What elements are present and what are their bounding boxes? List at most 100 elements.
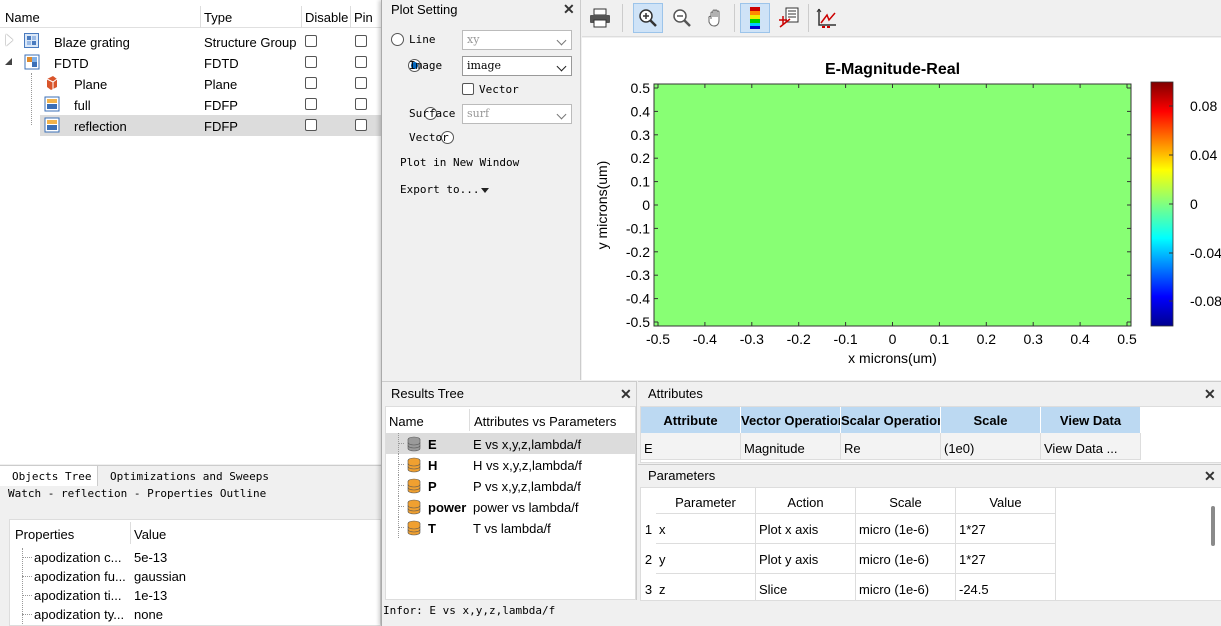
pin-checkbox[interactable] xyxy=(355,98,367,110)
plot-area[interactable]: E-Magnitude-Real -0.5 -0.4 -0.3 -0.2 -0.1 0 0.1… xyxy=(582,38,1221,380)
x-tick-label: 0.3 xyxy=(1023,331,1043,347)
tree-row[interactable]: Plane Plane xyxy=(0,73,381,125)
row-index: 3 xyxy=(644,582,653,597)
parameters-cell[interactable]: 1*27 xyxy=(956,514,1056,544)
attributes-column-header[interactable]: Scalar Operation xyxy=(841,407,941,433)
attributes-cell[interactable]: View Data ... xyxy=(1041,433,1141,460)
collapse-arrow-icon[interactable] xyxy=(5,58,12,65)
col-name[interactable]: Name xyxy=(5,10,40,25)
results-col-attributes[interactable]: Attributes vs Parameters xyxy=(474,414,616,429)
expand-arrow-icon[interactable] xyxy=(6,34,13,46)
attributes-column-header[interactable]: Vector Operation xyxy=(741,407,841,433)
result-row[interactable]: P P vs x,y,z,lambda/f xyxy=(386,475,635,496)
attributes-column-header[interactable]: Scale xyxy=(941,407,1041,433)
property-row[interactable]: apodization c... 5e-13 xyxy=(10,548,380,567)
disable-checkbox[interactable] xyxy=(305,119,317,131)
line-label: Line xyxy=(409,33,436,46)
disable-checkbox[interactable] xyxy=(305,77,317,89)
close-icon[interactable]: ✕ xyxy=(1204,468,1216,485)
image-plot[interactable]: E-Magnitude-Real -0.5 -0.4 -0.3 -0.2 -0.1 0 0.1… xyxy=(582,38,1221,380)
y-tick-label: -0.2 xyxy=(626,244,650,260)
tree-row[interactable]: FDTD FDTD xyxy=(0,52,381,73)
disable-checkbox[interactable] xyxy=(305,56,317,68)
disable-checkbox[interactable] xyxy=(305,35,317,47)
attributes-column-header[interactable]: View Data xyxy=(1041,407,1141,433)
parameters-column-header[interactable]: Parameter xyxy=(656,488,756,514)
surface-select[interactable]: surf xyxy=(462,104,572,124)
parameters-column-header[interactable]: Action xyxy=(756,488,856,514)
zoom-out-icon[interactable] xyxy=(667,3,697,33)
result-row[interactable]: power power vs lambda/f xyxy=(386,496,635,517)
property-row[interactable]: apodization ti... 1e-13 xyxy=(10,586,380,605)
results-col-name[interactable]: Name xyxy=(389,414,424,429)
pin-checkbox[interactable] xyxy=(355,119,367,131)
pin-checkbox[interactable] xyxy=(355,35,367,47)
tree-item-type: FDFP xyxy=(204,98,238,113)
parameters-cell[interactable]: z xyxy=(656,574,756,600)
parameters-cell[interactable]: micro (1e-6) xyxy=(856,514,956,544)
parameters-cell[interactable]: Plot y axis xyxy=(756,544,856,574)
result-row[interactable]: H H vs x,y,z,lambda/f xyxy=(386,454,635,475)
col-pin[interactable]: Pin xyxy=(354,10,373,25)
objects-tree-header: Name Type Disable Pin xyxy=(0,6,381,28)
props-col-value[interactable]: Value xyxy=(134,527,166,542)
results-tree-table: Name Attributes vs Parameters E E vs x,y,… xyxy=(385,406,636,600)
print-icon[interactable] xyxy=(585,3,615,33)
parameters-cell[interactable]: Plot x axis xyxy=(756,514,856,544)
col-disable[interactable]: Disable xyxy=(305,10,348,25)
colorbar-tick-label: -0.04 xyxy=(1190,245,1221,261)
y-tick-label: 0.1 xyxy=(631,174,651,190)
plot-new-window-link[interactable]: Plot in New Window xyxy=(400,156,519,169)
tree-row-selected[interactable]: reflection FDFP xyxy=(40,115,381,136)
y-tick-label: 0.3 xyxy=(631,127,651,143)
property-row[interactable]: apodization ty... none xyxy=(10,605,380,624)
tree-item-name: full xyxy=(74,98,91,113)
parameters-cell[interactable]: micro (1e-6) xyxy=(856,544,956,574)
close-icon[interactable]: ✕ xyxy=(1204,386,1216,403)
colorbar-icon[interactable] xyxy=(740,3,770,33)
attributes-cell[interactable]: Re xyxy=(841,433,941,460)
export-to-button[interactable]: Export to... xyxy=(400,183,490,196)
plot-toolbar xyxy=(582,0,1221,37)
tab-optimizations-sweeps[interactable]: Optimizations and Sweeps xyxy=(110,470,269,483)
close-icon[interactable]: ✕ xyxy=(620,386,632,403)
vertical-scrollbar[interactable] xyxy=(1211,506,1215,546)
result-name: H xyxy=(428,458,438,473)
y-axis-label: y microns(um) xyxy=(594,161,610,250)
parameters-cell[interactable]: -24.5 xyxy=(956,574,1056,600)
pan-hand-icon[interactable] xyxy=(701,3,731,33)
props-col-properties[interactable]: Properties xyxy=(15,527,74,542)
attributes-cell[interactable]: Magnitude xyxy=(741,433,841,460)
line-radio[interactable] xyxy=(391,33,404,46)
x-axis-label: x microns(um) xyxy=(848,350,937,366)
parameters-column-header[interactable]: Scale xyxy=(856,488,956,514)
attributes-column-header[interactable]: Attribute xyxy=(641,407,741,433)
line-select[interactable]: xy xyxy=(462,30,572,50)
parameters-cell[interactable]: y xyxy=(656,544,756,574)
property-row[interactable]: apodization fu... gaussian xyxy=(10,567,380,586)
parameters-cell[interactable]: x xyxy=(656,514,756,544)
tree-row[interactable]: Blaze grating Structure Group xyxy=(0,31,381,52)
disable-checkbox[interactable] xyxy=(305,98,317,110)
pin-checkbox[interactable] xyxy=(355,77,367,89)
col-type[interactable]: Type xyxy=(204,10,232,25)
attributes-cell[interactable]: (1e0) xyxy=(941,433,1041,460)
zoom-in-icon[interactable] xyxy=(633,3,663,33)
data-cursor-icon[interactable] xyxy=(774,3,804,33)
image-select[interactable]: image xyxy=(462,56,572,76)
axis-settings-icon[interactable] xyxy=(811,3,841,33)
pin-checkbox[interactable] xyxy=(355,56,367,68)
parameters-column-header[interactable]: Value xyxy=(956,488,1056,514)
tree-row[interactable]: full FDFP xyxy=(0,94,381,115)
parameters-cell[interactable]: micro (1e-6) xyxy=(856,574,956,600)
result-row[interactable]: T T vs lambda/f xyxy=(386,517,635,538)
result-row-selected[interactable]: E E vs x,y,z,lambda/f xyxy=(386,433,635,454)
colorbar-tick-label: 0.04 xyxy=(1190,147,1217,163)
parameters-cell[interactable]: Slice xyxy=(756,574,856,600)
attributes-cell[interactable]: E xyxy=(641,433,741,460)
tab-objects-tree[interactable]: Objects Tree xyxy=(0,466,98,486)
close-icon[interactable]: ✕ xyxy=(563,1,575,18)
vector-checkbox[interactable] xyxy=(462,83,474,95)
image-field[interactable] xyxy=(653,83,1132,327)
parameters-cell[interactable]: 1*27 xyxy=(956,544,1056,574)
